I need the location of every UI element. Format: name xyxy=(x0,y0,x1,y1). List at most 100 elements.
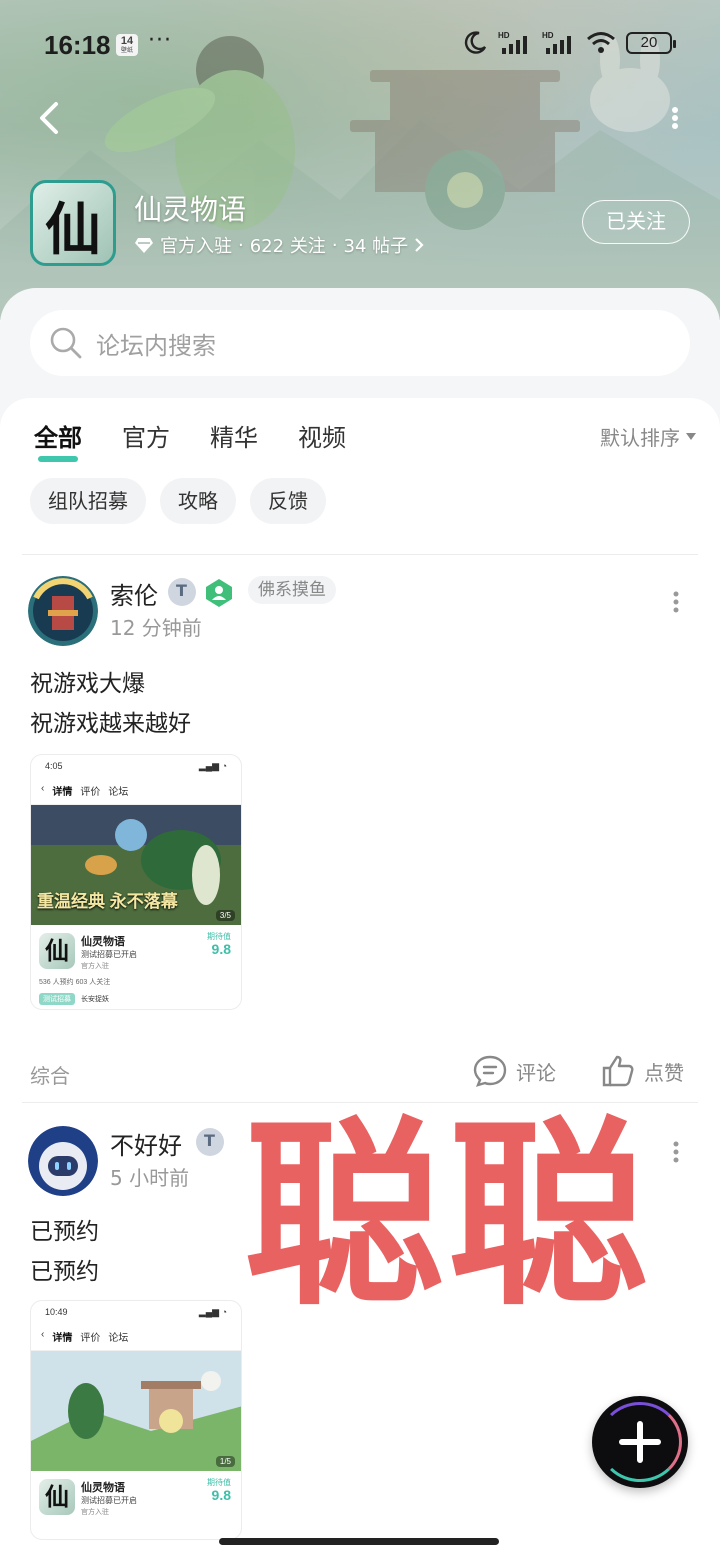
avatar-image xyxy=(28,576,98,646)
game-icon: 仙 xyxy=(30,180,116,266)
avatar-image xyxy=(28,1126,98,1196)
status-time: 16:18 xyxy=(44,30,111,60)
group-badge-icon xyxy=(206,579,232,607)
divider xyxy=(22,554,698,555)
post-time: 5 小时前 xyxy=(110,1166,190,1190)
meta-separator: · xyxy=(238,234,244,256)
avatar[interactable] xyxy=(28,1126,98,1196)
thumb-banner: 1/5 xyxy=(31,1351,241,1471)
post-text-line: 已预约 xyxy=(30,1219,99,1245)
post-text-line: 祝游戏大爆 xyxy=(30,671,145,697)
comment-button[interactable]: 评论 xyxy=(472,1054,556,1088)
home-indicator[interactable] xyxy=(219,1538,499,1545)
search-input[interactable]: 论坛内搜索 xyxy=(30,310,690,376)
thumb-app-name: 仙灵物语 xyxy=(81,1482,125,1494)
chip-feedback[interactable]: 反馈 xyxy=(250,478,326,524)
chip-team-recruit[interactable]: 组队招募 xyxy=(30,478,146,524)
tab-all[interactable]: 全部 xyxy=(34,418,82,462)
more-vertical-icon[interactable] xyxy=(670,104,680,132)
topic-chips: 组队招募 攻略 反馈 xyxy=(30,478,326,524)
follow-count: 622 关注 xyxy=(249,236,326,257)
thumb-status: 10:49 ▂▄▆ ◔ xyxy=(45,1307,227,1317)
like-button[interactable]: 点赞 xyxy=(600,1054,684,1088)
thumb-app-info: 仙 仙灵物语 测试招募已开启 官方入驻 期待值 9.8 xyxy=(31,925,241,973)
tab-bar: 全部 官方 精华 视频 xyxy=(34,418,346,462)
thumb-score: 9.8 xyxy=(211,1487,231,1503)
more-vertical-icon[interactable] xyxy=(672,590,680,614)
post-image[interactable]: 10:49 ▂▄▆ ◔ ‹ 详情 评价 论坛 1/5 仙 仙灵物语 测试招募已开… xyxy=(30,1300,242,1540)
post-count: 34 帖子 xyxy=(343,236,409,257)
thumb-app-icon: 仙 xyxy=(39,933,75,969)
thumb-banner-text: 重温经典 永不落幕 xyxy=(37,892,178,911)
search-icon xyxy=(50,327,82,359)
game-meta[interactable]: 官方入驻 · 622 关注 · 34 帖子 xyxy=(134,232,424,258)
level-badge-icon xyxy=(168,578,196,606)
game-title: 仙灵物语 xyxy=(134,193,247,226)
thumb-nav: ‹ 详情 评价 论坛 xyxy=(31,1323,241,1351)
signal-icon-2: HD xyxy=(542,31,571,54)
tab-featured[interactable]: 精华 xyxy=(210,418,258,458)
thumb-stats: 536 人预约 603 人关注 xyxy=(39,979,111,986)
thumb-app-sub: 测试招募已开启 xyxy=(81,950,137,959)
thumb-banner: 重温经典 永不落幕 3/5 xyxy=(31,805,241,925)
thumb-app-official: 官方入驻 xyxy=(81,963,109,970)
user-tag: 佛系摸鱼 xyxy=(248,576,336,604)
chip-guide[interactable]: 攻略 xyxy=(160,478,236,524)
like-icon xyxy=(602,1055,634,1087)
thumb-score: 9.8 xyxy=(211,941,231,957)
thumb-banner-art xyxy=(31,1351,241,1471)
comment-icon xyxy=(473,1055,507,1087)
battery-indicator: 20 xyxy=(626,32,676,54)
search-placeholder: 论坛内搜索 xyxy=(96,332,216,360)
plus-icon xyxy=(619,1421,661,1463)
author-name[interactable]: 索伦 xyxy=(110,576,158,611)
thumb-app-sub: 测试招募已开启 xyxy=(81,1496,137,1505)
post-image[interactable]: 4:05 ▂▄▆ ◔ ‹ 详情 评价 论坛 重温经典 永不落幕 3/5 仙 仙灵… xyxy=(30,754,242,1010)
thumb-app-name: 仙灵物语 xyxy=(81,936,125,948)
thumb-app-official: 官方入驻 xyxy=(81,1509,109,1516)
status-bar: 16:18 14 壁纸 ··· HD HD 20 xyxy=(0,0,720,90)
game-icon-glyph: 仙 xyxy=(45,197,101,263)
post-text-line: 祝游戏越来越好 xyxy=(30,711,191,737)
watermark-text: 聪聪 xyxy=(244,1100,653,1333)
status-wallpaper-badge: 14 壁纸 xyxy=(116,34,138,56)
thumb-status: 4:05 ▂▄▆ ◔ xyxy=(45,761,227,771)
back-arrow-icon[interactable] xyxy=(32,98,68,138)
meta-separator-2: · xyxy=(331,234,338,256)
level-badge-icon xyxy=(196,1128,224,1156)
thumb-app-icon: 仙 xyxy=(39,1479,75,1515)
header-banner: 16:18 14 壁纸 ··· HD HD 20 仙 仙灵物语 官方入驻 · 62… xyxy=(0,0,720,320)
signal-icon: HD xyxy=(498,31,527,54)
svg-text:HD: HD xyxy=(498,31,510,40)
like-label: 点赞 xyxy=(644,1060,684,1085)
post-panel: 全部 官方 精华 视频 默认排序 组队招募 攻略 反馈 索伦 T 佛系摸鱼 12… xyxy=(0,398,720,1559)
status-more-dots: ··· xyxy=(148,28,172,53)
post-card[interactable]: 索伦 佛系摸鱼 12 分钟前 祝游戏大爆 祝游戏越来越好 4:05▂▄▆ ◔ ‹… xyxy=(0,576,720,1116)
avatar[interactable] xyxy=(28,576,98,646)
sort-label: 默认排序 xyxy=(600,426,680,450)
post-time: 12 分钟前 xyxy=(110,616,202,640)
comment-label: 评论 xyxy=(516,1060,556,1085)
diamond-icon xyxy=(135,238,153,253)
thumb-tags: 测试招募 长安捉妖 xyxy=(31,991,241,1007)
post-category[interactable]: 综合 xyxy=(30,1060,70,1089)
status-icons: HD HD 20 xyxy=(462,30,676,56)
post-text-line: 已预约 xyxy=(30,1259,99,1285)
official-label: 官方入驻 xyxy=(160,236,232,257)
caret-down-icon xyxy=(686,433,696,440)
followed-button[interactable]: 已关注 xyxy=(582,200,690,244)
tab-video[interactable]: 视频 xyxy=(298,418,346,458)
moon-icon xyxy=(464,31,487,54)
wifi-icon xyxy=(587,32,615,53)
more-vertical-icon[interactable] xyxy=(672,1140,680,1164)
sort-dropdown[interactable]: 默认排序 xyxy=(600,422,696,451)
svg-text:HD: HD xyxy=(542,31,554,40)
author-name[interactable]: 不好好 xyxy=(110,1126,182,1161)
tab-official[interactable]: 官方 xyxy=(122,418,170,458)
chevron-right-icon xyxy=(415,238,424,252)
forum-content: 论坛内搜索 全部 官方 精华 视频 默认排序 组队招募 攻略 反馈 索伦 T 佛… xyxy=(0,288,720,1559)
thumb-page: 1/5 xyxy=(215,1456,235,1467)
thumb-nav: ‹ 详情 评价 论坛 xyxy=(31,777,241,805)
new-post-button[interactable] xyxy=(592,1396,688,1488)
thumb-app-info: 仙 仙灵物语 测试招募已开启 官方入驻 期待值 9.8 xyxy=(31,1471,241,1519)
